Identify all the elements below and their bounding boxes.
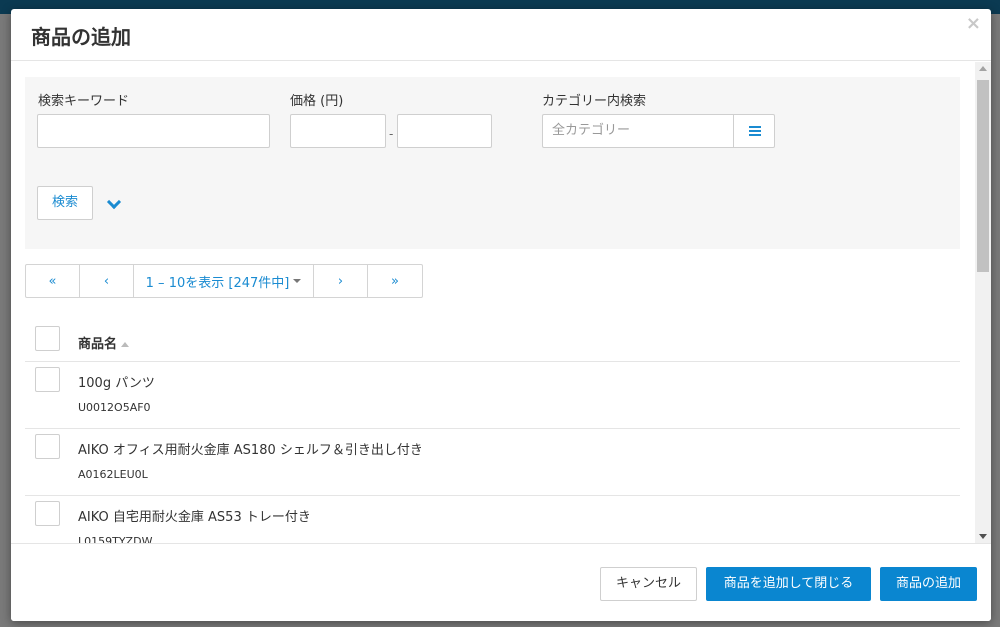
row-checkbox[interactable] [35,501,60,526]
column-product-name[interactable]: 商品名 [78,333,130,352]
product-name: AIKO 自宅用耐火金庫 AS53 トレー付き [78,510,311,525]
first-page-button[interactable]: « [26,265,80,297]
keyword-input[interactable] [37,114,270,148]
prev-page-button[interactable]: ‹ [80,265,134,297]
table-row[interactable]: AIKO 自宅用耐火金庫 AS53 トレー付き L0159TYZDW [25,496,960,543]
add-product-modal: 商品の追加 × 検索キーワード 価格 (円) - カテゴリー内検索 全カテゴリー… [11,9,991,621]
scroll-up-arrow-icon[interactable] [979,66,987,71]
row-checkbox[interactable] [35,434,60,459]
table-row[interactable]: 100g パンツ U0012O5AF0 [25,362,960,429]
page-range-label: 1 – 10を表示 [247件中] [145,275,290,291]
menu-icon [749,126,761,136]
search-panel: 検索キーワード 価格 (円) - カテゴリー内検索 全カテゴリー 検索 [25,77,960,249]
pagination: « ‹ 1 – 10を表示 [247件中] › » [25,264,423,298]
table-header: 商品名 [25,318,960,362]
product-sku: L0159TYZDW [78,535,153,543]
scrollbar-thumb[interactable] [977,80,989,272]
keyword-label: 検索キーワード [38,94,130,109]
close-icon[interactable]: × [966,13,981,34]
column-product-name-label: 商品名 [78,337,118,352]
add-product-button[interactable]: 商品の追加 [880,567,977,601]
product-table: 商品名 100g パンツ U0012O5AF0 AIKO オフィス用耐火金庫 A… [25,318,960,543]
sort-asc-icon [121,342,130,347]
row-checkbox[interactable] [35,367,60,392]
product-name: 100g パンツ [78,376,155,391]
search-button[interactable]: 検索 [37,186,93,220]
modal-header: 商品の追加 × [11,9,991,61]
product-sku: A0162LEU0L [78,468,148,481]
price-max-input[interactable] [397,114,492,148]
last-page-button[interactable]: » [368,265,422,297]
modal-body: 検索キーワード 価格 (円) - カテゴリー内検索 全カテゴリー 検索 « ‹ … [11,62,991,543]
price-label: 価格 (円) [290,94,344,109]
vertical-scrollbar[interactable] [975,62,991,543]
category-menu-button[interactable] [733,114,775,148]
caret-down-icon [293,279,302,283]
price-separator: - [389,127,394,141]
category-input[interactable]: 全カテゴリー [542,114,734,148]
select-all-checkbox[interactable] [35,326,60,351]
product-sku: U0012O5AF0 [78,401,151,414]
add-and-close-button[interactable]: 商品を追加して閉じる [706,567,871,601]
category-label: カテゴリー内検索 [542,94,647,109]
scroll-down-arrow-icon[interactable] [979,534,987,539]
page-range-dropdown[interactable]: 1 – 10を表示 [247件中] [134,265,314,297]
product-name: AIKO オフィス用耐火金庫 AS180 シェルフ＆引き出し付き [78,443,423,458]
modal-title: 商品の追加 [31,25,131,49]
chevron-down-icon[interactable] [106,194,122,210]
price-min-input[interactable] [290,114,386,148]
next-page-button[interactable]: › [314,265,368,297]
modal-footer: キャンセル 商品を追加して閉じる 商品の追加 [11,543,991,621]
table-row[interactable]: AIKO オフィス用耐火金庫 AS180 シェルフ＆引き出し付き A0162LE… [25,429,960,496]
cancel-button[interactable]: キャンセル [600,567,697,601]
